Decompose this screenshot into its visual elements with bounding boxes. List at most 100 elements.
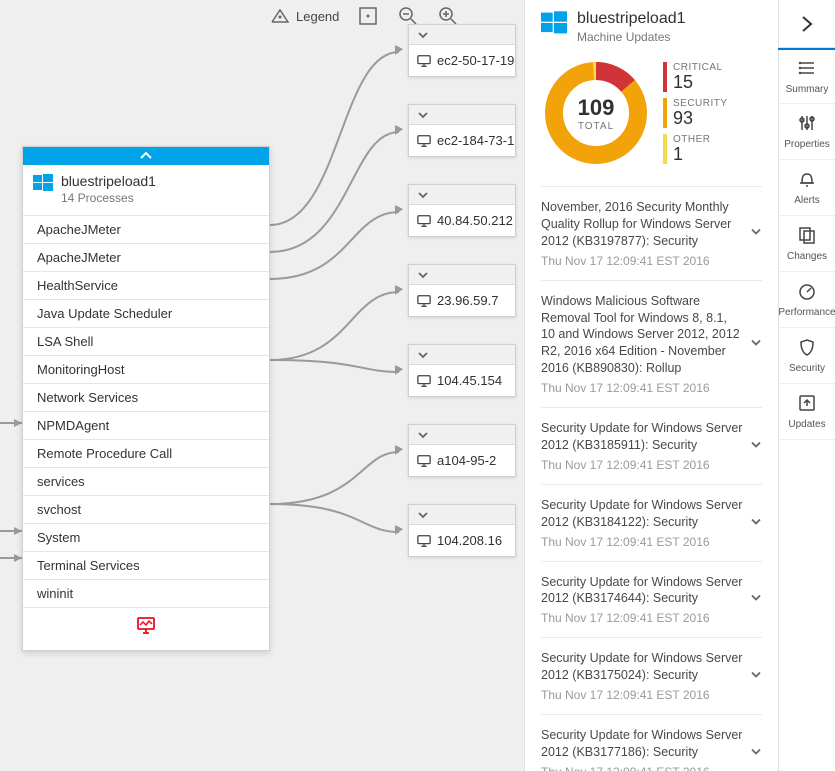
tab-label: Security <box>789 363 825 374</box>
machine-collapse-bar[interactable] <box>23 147 269 165</box>
tab-label: Updates <box>788 419 825 430</box>
process-item[interactable]: ApacheJMeter <box>23 244 269 272</box>
machine-name: bluestripeload1 <box>61 173 156 189</box>
update-title: November, 2016 Security Monthly Quality … <box>541 199 762 250</box>
performance-icon <box>797 281 817 304</box>
process-item[interactable]: HealthService <box>23 272 269 300</box>
remote-node[interactable]: 104.208.16 <box>408 504 516 557</box>
remote-label: 23.96.59.7 <box>437 293 498 308</box>
tab-summary[interactable]: Summary <box>778 48 835 104</box>
remote-label: 104.45.154 <box>437 373 502 388</box>
tab-alerts[interactable]: Alerts <box>778 160 835 216</box>
process-item[interactable]: NPMDAgent <box>23 412 269 440</box>
chevron-down-icon <box>750 592 762 607</box>
process-item[interactable]: MonitoringHost <box>23 356 269 384</box>
service-map-canvas[interactable]: Legend bluestripeload1 14 Processes Apac… <box>0 0 835 771</box>
remote-node[interactable]: ec2-50-17-19 <box>408 24 516 77</box>
process-item[interactable]: Remote Procedure Call <box>23 440 269 468</box>
chevron-down-icon <box>750 515 762 530</box>
legend-value: 15 <box>673 73 723 91</box>
update-date: Thu Nov 17 12:09:41 EST 2016 <box>541 458 762 472</box>
fit-to-screen-button[interactable] <box>357 5 379 27</box>
donut-chart: 109 TOTAL <box>541 58 651 168</box>
summary-icon <box>797 58 817 81</box>
remote-node[interactable]: a104-95-2 <box>408 424 516 477</box>
remote-node[interactable]: 104.45.154 <box>408 344 516 397</box>
chevron-down-icon <box>417 509 429 521</box>
tab-changes[interactable]: Changes <box>778 216 835 272</box>
monitor-icon <box>417 54 431 68</box>
remote-collapse[interactable] <box>409 185 515 205</box>
details-panel: bluestripeload1 Machine Updates 109 TOTA… <box>524 0 778 771</box>
update-item[interactable]: Security Update for Windows Server 2012 … <box>541 485 762 562</box>
legend-label: Legend <box>296 9 339 24</box>
remote-node[interactable]: 40.84.50.212 <box>408 184 516 237</box>
tab-updates[interactable]: Updates <box>778 384 835 440</box>
update-item[interactable]: Security Update for Windows Server 2012 … <box>541 638 762 715</box>
chevron-up-icon <box>139 149 153 163</box>
process-item[interactable]: System <box>23 524 269 552</box>
process-item[interactable]: svchost <box>23 496 269 524</box>
update-title: Security Update for Windows Server 2012 … <box>541 574 762 608</box>
remote-collapse[interactable] <box>409 265 515 285</box>
chevron-down-icon <box>750 336 762 351</box>
machine-card[interactable]: bluestripeload1 14 Processes ApacheJMete… <box>22 146 270 651</box>
update-date: Thu Nov 17 12:09:41 EST 2016 <box>541 254 762 268</box>
chevron-down-icon <box>417 189 429 201</box>
chevron-down-icon <box>417 269 429 281</box>
update-item[interactable]: Windows Malicious Software Removal Tool … <box>541 281 762 408</box>
process-item[interactable]: LSA Shell <box>23 328 269 356</box>
legend-button[interactable]: Legend <box>270 6 339 26</box>
machine-title-row: bluestripeload1 14 Processes <box>23 165 269 216</box>
process-item[interactable]: Network Services <box>23 384 269 412</box>
properties-icon <box>797 113 817 136</box>
alerts-icon <box>797 169 817 192</box>
tab-label: Changes <box>787 251 827 262</box>
tab-performance[interactable]: Performance <box>778 272 835 328</box>
update-item[interactable]: Security Update for Windows Server 2012 … <box>541 408 762 485</box>
remote-node[interactable]: ec2-184-73-1 <box>408 104 516 157</box>
tab-security[interactable]: Security <box>778 328 835 384</box>
expand-panel-button[interactable] <box>779 0 835 48</box>
remote-body: 104.208.16 <box>409 525 515 556</box>
process-item[interactable]: wininit <box>23 580 269 608</box>
legend-value: 93 <box>673 109 728 127</box>
remote-body: a104-95-2 <box>409 445 515 476</box>
remote-collapse[interactable] <box>409 25 515 45</box>
donut-total: 109 <box>578 95 615 121</box>
remote-body: ec2-50-17-19 <box>409 45 515 76</box>
tab-properties[interactable]: Properties <box>778 104 835 160</box>
process-item[interactable]: ApacheJMeter <box>23 216 269 244</box>
tab-label: Alerts <box>794 195 820 206</box>
update-item[interactable]: November, 2016 Security Monthly Quality … <box>541 187 762 281</box>
chevron-down-icon <box>417 349 429 361</box>
donut-total-label: TOTAL <box>578 121 614 132</box>
remote-collapse[interactable] <box>409 425 515 445</box>
windows-icon <box>33 173 53 193</box>
update-item[interactable]: Security Update for Windows Server 2012 … <box>541 562 762 639</box>
update-title: Security Update for Windows Server 2012 … <box>541 497 762 531</box>
process-item[interactable]: Terminal Services <box>23 552 269 580</box>
legend-icon <box>270 6 290 26</box>
remote-collapse[interactable] <box>409 505 515 525</box>
update-date: Thu Nov 17 12:09:41 EST 2016 <box>541 535 762 549</box>
zoom-in-icon <box>438 6 458 26</box>
legend-row: OTHER1 <box>663 134 728 164</box>
remote-label: ec2-184-73-1 <box>437 133 514 148</box>
remote-collapse[interactable] <box>409 105 515 125</box>
legend-row: CRITICAL15 <box>663 62 728 92</box>
process-item[interactable]: Java Update Scheduler <box>23 300 269 328</box>
remote-label: 104.208.16 <box>437 533 502 548</box>
legend-value: 1 <box>673 145 711 163</box>
monitor-alert-icon <box>136 616 156 636</box>
tab-label: Properties <box>784 139 830 150</box>
remote-node[interactable]: 23.96.59.7 <box>408 264 516 317</box>
process-item[interactable]: services <box>23 468 269 496</box>
updates-summary-chart: 109 TOTAL CRITICAL15SECURITY93OTHER1 <box>541 52 762 187</box>
update-date: Thu Nov 17 12:09:41 EST 2016 <box>541 611 762 625</box>
details-header: bluestripeload1 Machine Updates <box>541 0 762 52</box>
panel-title: bluestripeload1 <box>577 10 686 28</box>
update-item[interactable]: Security Update for Windows Server 2012 … <box>541 715 762 771</box>
remote-collapse[interactable] <box>409 345 515 365</box>
chevron-down-icon <box>750 669 762 684</box>
